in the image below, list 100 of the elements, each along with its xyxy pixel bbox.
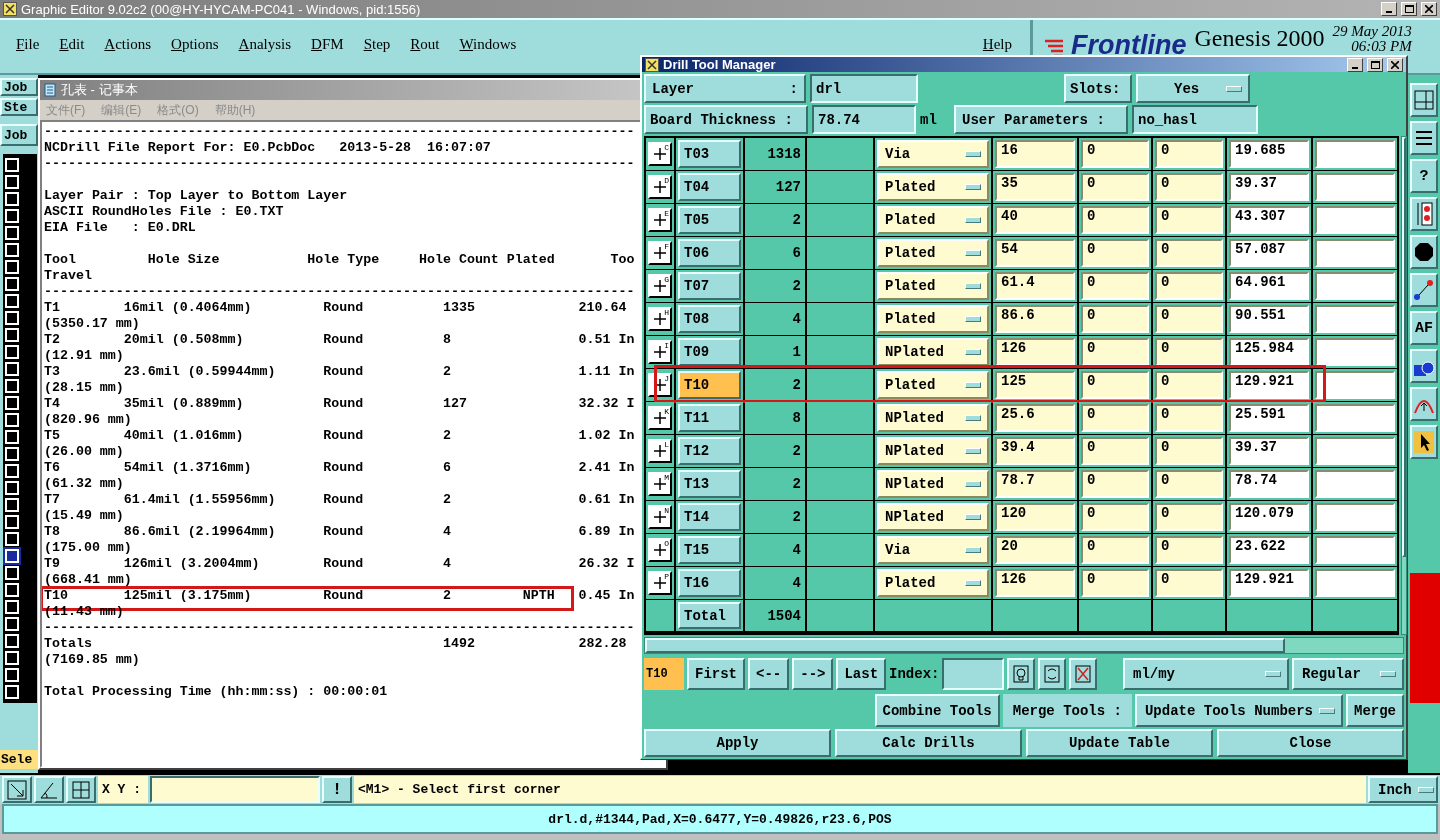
alert-button[interactable]: ! — [322, 776, 352, 803]
tool-button[interactable]: T14 — [678, 503, 741, 531]
combine-tools-button[interactable]: Combine Tools — [874, 694, 1000, 727]
input-field[interactable] — [1315, 371, 1395, 399]
tool-button[interactable]: T05 — [678, 206, 741, 234]
nav-button[interactable]: <-- — [748, 658, 790, 690]
slots-dropdown[interactable]: Yes — [1136, 74, 1250, 103]
type-dropdown[interactable]: NPlated — [877, 470, 989, 498]
layer-toggle[interactable] — [5, 685, 19, 699]
layer-toggle[interactable] — [5, 379, 19, 393]
nav-button[interactable]: Last — [836, 658, 887, 690]
units-dropdown[interactable]: ml/my — [1123, 658, 1289, 690]
input-field[interactable]: 78.7 — [995, 470, 1075, 498]
tool-button[interactable] — [1410, 273, 1438, 307]
layer-toggle[interactable] — [5, 362, 19, 376]
layer-toggle[interactable] — [5, 158, 19, 172]
type-dropdown[interactable]: Via — [877, 536, 989, 564]
input-field[interactable] — [1315, 173, 1395, 201]
layer-toggle[interactable] — [5, 226, 19, 240]
action-button[interactable]: Calc Drills — [835, 729, 1022, 757]
input-field[interactable]: 0 — [1081, 404, 1149, 432]
expand-button[interactable]: F — [648, 241, 672, 265]
menu-item[interactable]: File — [16, 36, 40, 53]
horizontal-scrollbar[interactable] — [644, 637, 1404, 654]
layer-button[interactable]: Layer : — [644, 74, 806, 103]
layer-toggle[interactable] — [5, 668, 19, 682]
input-field[interactable]: 39.37 — [1229, 173, 1309, 201]
input-field[interactable]: 64.961 — [1229, 272, 1309, 300]
layer-toggle[interactable] — [5, 583, 19, 597]
input-field[interactable]: 25.591 — [1229, 404, 1309, 432]
expand-button[interactable]: K — [648, 406, 672, 430]
input-field[interactable] — [1315, 536, 1395, 564]
input-field[interactable]: 40 — [995, 206, 1075, 234]
expand-button[interactable]: L — [648, 439, 672, 463]
input-field[interactable] — [1315, 239, 1395, 267]
input-field[interactable]: 19.685 — [1229, 140, 1309, 168]
input-field[interactable]: 126 — [995, 338, 1075, 366]
tool-button[interactable]: T11 — [678, 404, 741, 432]
input-field[interactable]: 0 — [1155, 173, 1223, 201]
input-field[interactable]: 0 — [1081, 371, 1149, 399]
layer-toggle[interactable] — [5, 243, 19, 257]
layer-toggle[interactable] — [5, 345, 19, 359]
input-field[interactable]: 129.921 — [1229, 371, 1309, 399]
input-field[interactable]: 0 — [1081, 239, 1149, 267]
panel-button[interactable]: Job — [0, 124, 38, 146]
input-field[interactable]: 39.37 — [1229, 437, 1309, 465]
coordinate-field[interactable] — [150, 776, 320, 803]
expand-button[interactable]: H — [648, 307, 672, 331]
tool-button[interactable]: T13 — [678, 470, 741, 498]
merge-button[interactable]: Merge — [1346, 694, 1404, 727]
tool-button[interactable]: T06 — [678, 239, 741, 267]
type-dropdown[interactable]: Plated — [877, 569, 989, 597]
layer-toggle[interactable] — [5, 396, 19, 410]
input-field[interactable]: 0 — [1155, 239, 1223, 267]
type-dropdown[interactable]: Plated — [877, 206, 989, 234]
layer-field[interactable]: drl — [810, 74, 918, 103]
layer-toggle[interactable] — [5, 634, 19, 648]
layer-toggle[interactable] — [5, 515, 19, 529]
close-button[interactable] — [1421, 2, 1437, 16]
expand-button[interactable]: I — [648, 340, 672, 364]
input-field[interactable] — [1315, 206, 1395, 234]
expand-button[interactable]: P — [648, 571, 672, 595]
layer-toggle[interactable] — [5, 498, 19, 512]
vertical-scrollbar[interactable] — [1401, 136, 1407, 635]
menu-item[interactable]: Rout — [410, 36, 440, 53]
input-field[interactable]: 0 — [1155, 536, 1223, 564]
input-field[interactable]: 23.622 — [1229, 536, 1309, 564]
input-field[interactable] — [1315, 338, 1395, 366]
input-field[interactable]: 0 — [1155, 437, 1223, 465]
type-dropdown[interactable]: NPlated — [877, 503, 989, 531]
type-dropdown[interactable]: NPlated — [877, 338, 989, 366]
layer-toggle[interactable] — [5, 532, 19, 546]
tool-button[interactable] — [1007, 658, 1036, 690]
expand-button[interactable]: E — [648, 208, 672, 232]
input-field[interactable] — [1315, 404, 1395, 432]
input-field[interactable]: 120.079 — [1229, 503, 1309, 531]
input-field[interactable]: 0 — [1155, 140, 1223, 168]
tool-button[interactable]: T04 — [678, 173, 741, 201]
tool-button[interactable] — [1410, 425, 1438, 459]
menu-item[interactable]: DFM — [311, 36, 344, 53]
type-dropdown[interactable]: Plated — [877, 305, 989, 333]
layer-toggle[interactable] — [5, 175, 19, 189]
close-button[interactable] — [1387, 57, 1403, 72]
input-field[interactable]: 0 — [1155, 305, 1223, 333]
input-field[interactable]: 25.6 — [995, 404, 1075, 432]
input-field[interactable] — [1315, 272, 1395, 300]
panel-button[interactable]: Ste — [0, 98, 38, 116]
layer-toggle[interactable] — [5, 413, 19, 427]
input-field[interactable] — [1315, 470, 1395, 498]
layer-toggle[interactable] — [5, 617, 19, 631]
input-field[interactable]: 86.6 — [995, 305, 1075, 333]
input-field[interactable]: 0 — [1081, 206, 1149, 234]
tool-button[interactable] — [34, 776, 64, 803]
input-field[interactable]: 129.921 — [1229, 569, 1309, 597]
type-dropdown[interactable]: Plated — [877, 272, 989, 300]
layer-toggle[interactable] — [5, 600, 19, 614]
nav-button[interactable]: First — [687, 658, 745, 690]
input-field[interactable] — [1315, 305, 1395, 333]
input-field[interactable]: 0 — [1081, 503, 1149, 531]
user-parameters-field[interactable]: no_hasl — [1132, 105, 1258, 134]
